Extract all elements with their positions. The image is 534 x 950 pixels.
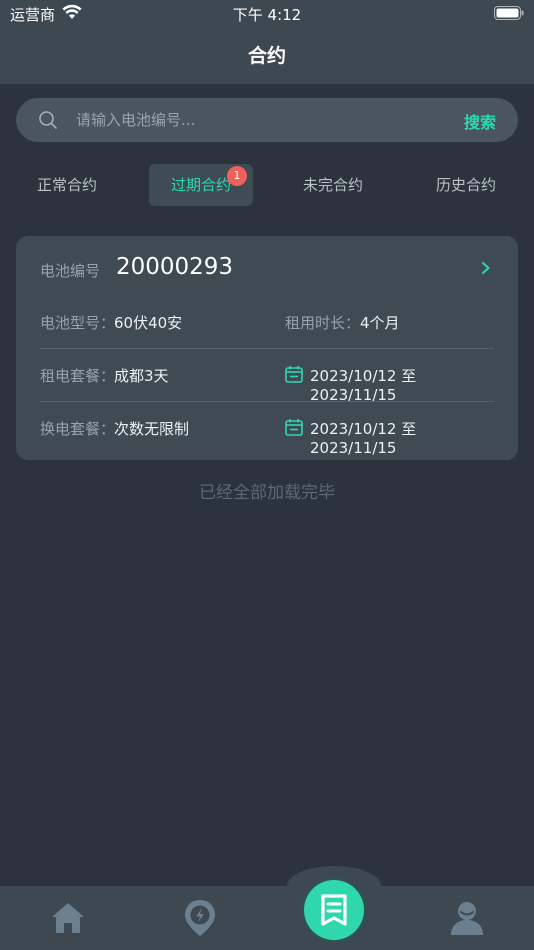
tab-expired-contracts[interactable]: 过期合约 1 xyxy=(149,164,253,206)
search-bar: 搜索 xyxy=(16,98,518,142)
tab-unfinished-contracts[interactable]: 未完合约 xyxy=(281,164,385,206)
tab-label: 历史合约 xyxy=(435,176,496,194)
rent-plan-row: 租电套餐： 成都3天 2023/10/12 至 2023/11/15 xyxy=(40,349,494,404)
user-icon[interactable] xyxy=(450,900,484,936)
rent-period: 2023/10/12 至 2023/11/15 xyxy=(310,367,417,404)
battery-model: 60伏40安 xyxy=(114,314,183,332)
battery-number-label: 电池编号 xyxy=(40,262,101,280)
rent-plan: 成都3天 xyxy=(114,367,169,385)
battery-icon xyxy=(494,6,524,20)
swap-plan: 次数无限制 xyxy=(114,420,190,438)
battery-number: 20000293 xyxy=(116,254,234,280)
tab-label: 正常合约 xyxy=(36,176,97,194)
home-icon[interactable] xyxy=(50,900,86,936)
rent-plan-label: 租电套餐： xyxy=(40,367,116,385)
search-input[interactable] xyxy=(76,108,446,132)
contract-icon[interactable] xyxy=(304,880,364,940)
tab-label: 过期合约 xyxy=(170,176,231,194)
swap-period: 2023/10/12 至 2023/11/15 xyxy=(310,420,417,457)
contract-card-header[interactable]: 电池编号 20000293 xyxy=(16,236,518,302)
status-bar: 运营商 下午 4:12 xyxy=(0,0,534,28)
page-title: 合约 xyxy=(247,45,286,67)
calendar-icon xyxy=(285,366,303,383)
rental-duration: 4个月 xyxy=(360,314,400,332)
contract-tabs: 正常合约 过期合约 1 未完合约 历史合约 xyxy=(0,164,534,208)
search-button[interactable]: 搜索 xyxy=(464,109,496,133)
tab-history-contracts[interactable]: 历史合约 xyxy=(414,164,518,206)
count-badge: 1 xyxy=(227,166,247,186)
clock: 下午 4:12 xyxy=(232,6,302,24)
swap-plan-row: 换电套餐： 次数无限制 2023/10/12 至 2023/11/15 xyxy=(40,402,494,457)
header: 运营商 下午 4:12 合约 xyxy=(0,0,534,84)
chevron-right-icon xyxy=(482,262,490,274)
tab-normal-contracts[interactable]: 正常合约 xyxy=(15,164,119,206)
map-pin-icon[interactable] xyxy=(182,898,218,938)
swap-plan-label: 换电套餐： xyxy=(40,420,116,438)
battery-model-label: 电池型号： xyxy=(40,314,116,332)
search-icon xyxy=(39,111,57,129)
tab-label: 未完合约 xyxy=(302,176,363,194)
calendar-icon xyxy=(285,419,303,436)
list-end-note: 已经全部加载完毕 xyxy=(199,483,335,503)
rental-duration-label: 租用时长： xyxy=(285,314,361,332)
battery-info-row: 电池型号： 60伏40安 租用时长： 4个月 xyxy=(40,296,494,348)
contract-card: 电池编号 20000293 电池型号： 60伏40安 租用时长： 4个月 租电套… xyxy=(16,236,518,460)
